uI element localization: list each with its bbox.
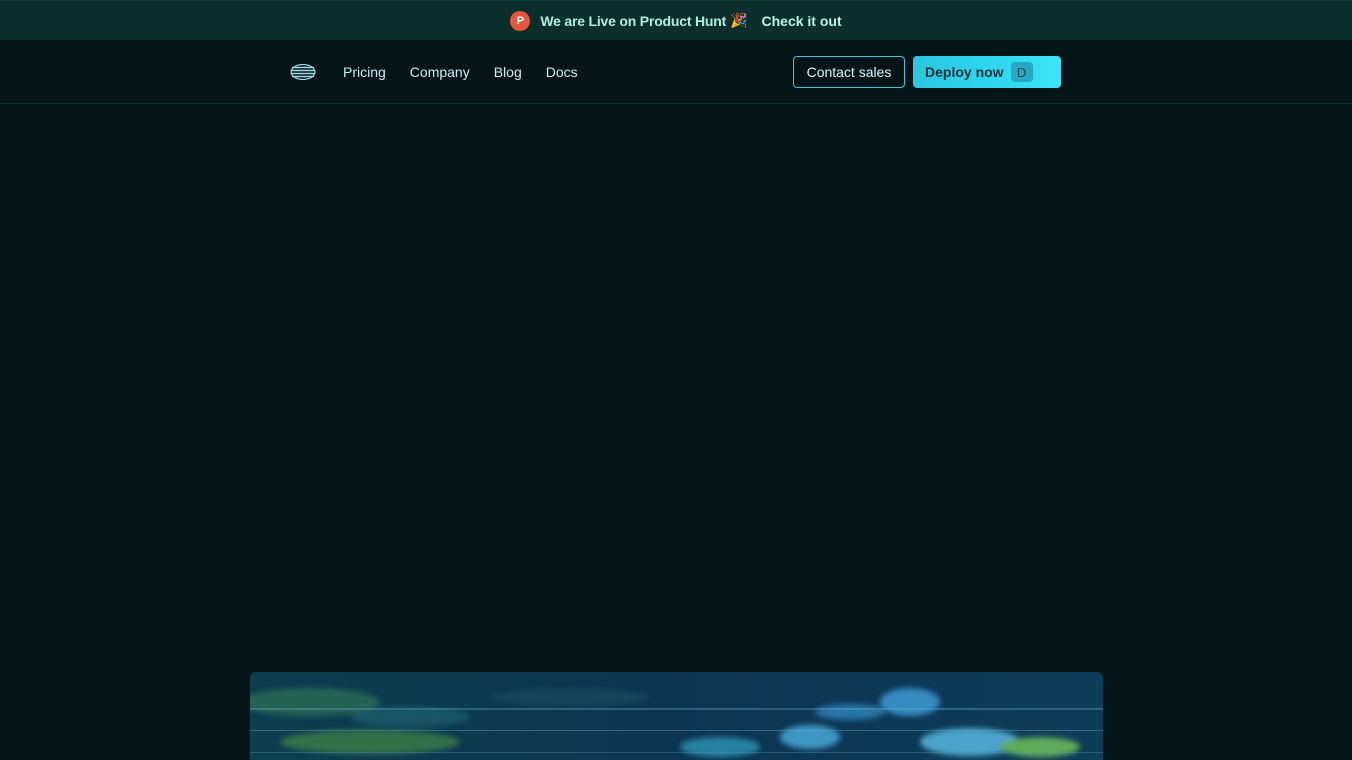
deploy-now-label: Deploy now xyxy=(925,64,1004,80)
check-it-out-link[interactable]: Check it out xyxy=(762,13,842,29)
abstract-glitch-artwork xyxy=(250,672,1103,760)
hero-section xyxy=(0,104,1352,760)
hero-media-image xyxy=(250,672,1103,760)
party-popper-icon: 🎉 xyxy=(730,12,748,28)
keyboard-shortcut-badge: D xyxy=(1010,62,1033,82)
product-hunt-icon: P xyxy=(510,10,531,31)
nav-link-company[interactable]: Company xyxy=(410,62,470,82)
top-navigation: Pricing Company Blog Docs Contact sales … xyxy=(0,40,1352,104)
announcement-bar: P We are Live on Product Hunt 🎉 Check it… xyxy=(0,0,1352,40)
contact-sales-button[interactable]: Contact sales xyxy=(793,56,905,88)
announcement-message: We are Live on Product Hunt xyxy=(540,12,727,29)
nav-link-docs[interactable]: Docs xyxy=(546,62,578,82)
striped-globe-icon[interactable] xyxy=(290,64,316,80)
nav-link-pricing[interactable]: Pricing xyxy=(343,62,386,82)
deploy-now-button[interactable]: Deploy now D xyxy=(913,56,1061,88)
nav-links: Pricing Company Blog Docs xyxy=(343,62,578,82)
nav-link-blog[interactable]: Blog xyxy=(494,62,522,82)
